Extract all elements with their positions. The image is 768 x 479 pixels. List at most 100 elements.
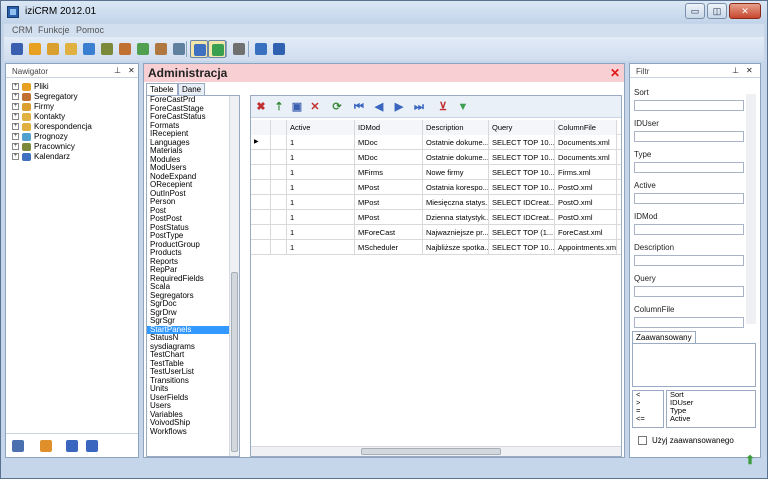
sigma-icon[interactable] — [80, 40, 98, 58]
grid-cell[interactable]: 1 — [287, 150, 355, 165]
delete-rows-icon[interactable]: ✖ — [255, 101, 267, 113]
grid-cell[interactable]: Dzienna statystyk... — [423, 210, 489, 225]
grid-cell[interactable]: PostO.xml — [555, 210, 617, 225]
filter-field-input[interactable] — [634, 193, 744, 204]
expand-icon[interactable]: + — [12, 83, 19, 90]
grid-cell[interactable]: Nowe firmy — [423, 165, 489, 180]
operator-item[interactable]: <= — [633, 415, 663, 423]
close-icon[interactable]: ✕ — [746, 66, 753, 75]
next-record-icon[interactable]: ▶ — [393, 101, 405, 113]
grid-horizontal-scrollbar[interactable] — [251, 446, 621, 456]
info-icon[interactable] — [252, 40, 270, 58]
plugin-icon[interactable] — [230, 40, 248, 58]
grid-cell[interactable]: ForeCast.xml — [555, 225, 617, 240]
grid-cell[interactable]: Miesięczna statys... — [423, 195, 489, 210]
book-icon[interactable] — [8, 40, 26, 58]
row-indicator[interactable] — [251, 240, 271, 255]
menu-funkcje[interactable]: Funkcje — [38, 25, 70, 35]
column-header[interactable]: IDMod — [355, 120, 423, 135]
filter-field-input[interactable] — [634, 131, 744, 142]
grid-cell[interactable]: MPost — [355, 210, 423, 225]
tree-item[interactable]: + Prognozy — [12, 132, 92, 142]
header-corner[interactable] — [251, 120, 271, 135]
refresh-icon[interactable]: ⟳ — [331, 101, 343, 113]
sort-ascending-icon[interactable] — [86, 440, 98, 452]
sort-descending-icon[interactable] — [66, 440, 78, 452]
grid-cell[interactable]: SELECT TOP 10... — [489, 240, 555, 255]
row-indicator[interactable] — [251, 150, 271, 165]
pin-icon[interactable]: ⊥ — [732, 66, 739, 75]
expand-icon[interactable]: + — [12, 123, 19, 130]
pin-icon[interactable]: ⊥ — [114, 66, 121, 75]
expand-icon[interactable]: + — [12, 113, 19, 120]
tree-item[interactable]: + Pracownicy — [12, 142, 92, 152]
scrollbar-thumb[interactable] — [231, 272, 238, 452]
grid-cell[interactable]: 1 — [287, 180, 355, 195]
operators-list[interactable]: < > = <= — [632, 390, 664, 428]
row-indicator[interactable] — [251, 210, 271, 225]
column-header[interactable]: Description — [423, 120, 489, 135]
settings-icon[interactable] — [12, 440, 24, 452]
filter-icon[interactable] — [208, 40, 226, 58]
table-row[interactable]: 1 MPost Dzienna statystyk... SELECT IDCreat… — [251, 210, 621, 225]
close-icon[interactable]: ✕ — [610, 66, 620, 80]
row-indicator[interactable] — [251, 195, 271, 210]
grid-cell[interactable]: Najwazniejsze pr... — [423, 225, 489, 240]
grid-cell[interactable]: 1 — [287, 165, 355, 180]
menu-crm[interactable]: CRM — [12, 25, 33, 35]
filter-field-input[interactable] — [634, 286, 744, 297]
grid-cell[interactable]: SELECT TOP (1... — [489, 225, 555, 240]
save-icon[interactable]: ▣ — [291, 101, 303, 113]
columns-list[interactable]: Sort IDUser Type Active — [666, 390, 756, 428]
grid-cell[interactable]: MFirms — [355, 165, 423, 180]
grid-cell[interactable]: PostO.xml — [555, 195, 617, 210]
refresh-icon[interactable] — [40, 440, 52, 452]
cancel-icon[interactable]: ✕ — [309, 101, 321, 113]
grid-cell[interactable]: SELECT TOP 10... — [489, 180, 555, 195]
grid-cell[interactable]: MScheduler — [355, 240, 423, 255]
table-row[interactable]: 1 MPost Miesięczna statys... SELECT IDCreat… — [251, 195, 621, 210]
previous-record-icon[interactable]: ◀ — [373, 101, 385, 113]
expand-icon[interactable]: + — [12, 93, 19, 100]
row-indicator[interactable]: ▶ — [251, 135, 271, 150]
table-row[interactable]: 1 MPost Ostatnia korespo... SELECT TOP 10..… — [251, 180, 621, 195]
expand-icon[interactable]: + — [12, 133, 19, 140]
grid-cell[interactable]: 1 — [287, 240, 355, 255]
filter-field-input[interactable] — [634, 162, 744, 173]
grid-settings-icon[interactable] — [190, 40, 208, 58]
row-indicator[interactable] — [251, 180, 271, 195]
close-button[interactable]: ✕ — [729, 3, 761, 19]
tree-item[interactable]: + Kontakty — [12, 112, 92, 122]
grid-cell[interactable]: SELECT TOP 10... — [489, 150, 555, 165]
tree-item[interactable]: + Firmy — [12, 102, 92, 112]
tab-tabele[interactable]: Tabele — [146, 83, 178, 95]
minimize-button[interactable]: ▭ — [685, 3, 705, 19]
maximize-button[interactable]: ◫ — [707, 3, 727, 19]
table-row[interactable]: 1 MDoc Ostatnie dokume... SELECT TOP 10... D… — [251, 150, 621, 165]
tree-item[interactable]: + Korespondencja — [12, 122, 92, 132]
grid-cell[interactable]: PostO.xml — [555, 180, 617, 195]
move-up-icon[interactable]: ⇡ — [273, 101, 285, 113]
table-list-item[interactable]: Workflows — [147, 427, 239, 437]
grid-cell[interactable]: SELECT TOP 10... — [489, 165, 555, 180]
expand-icon[interactable]: + — [12, 153, 19, 160]
filter-field-input[interactable] — [634, 317, 744, 328]
tab-dane-bazy[interactable]: Dane bazy — [178, 83, 206, 105]
advanced-filter-editor[interactable] — [632, 343, 756, 387]
tree-item[interactable]: + Segregatory — [12, 92, 92, 102]
grid-cell[interactable]: SELECT IDCreat... — [489, 195, 555, 210]
grid-cell[interactable]: MPost — [355, 180, 423, 195]
tables-list-scrollbar[interactable] — [229, 96, 239, 456]
grid-cell[interactable]: Documents.xml — [555, 150, 617, 165]
row-indicator[interactable] — [251, 225, 271, 240]
column-header[interactable]: ColumnFile — [555, 120, 617, 135]
grid-cell[interactable]: Documents.xml — [555, 135, 617, 150]
grid-cell[interactable]: 1 — [287, 225, 355, 240]
tree-item[interactable]: + Pliki — [12, 82, 92, 92]
table-row[interactable]: 1 MForeCast Najwazniejsze pr... SELECT TOP … — [251, 225, 621, 240]
users-icon[interactable] — [98, 40, 116, 58]
grid-cell[interactable]: Ostatnia korespo... — [423, 180, 489, 195]
chart-icon[interactable] — [152, 40, 170, 58]
grid-cell[interactable]: 1 — [287, 210, 355, 225]
filter-field-input[interactable] — [634, 100, 744, 111]
